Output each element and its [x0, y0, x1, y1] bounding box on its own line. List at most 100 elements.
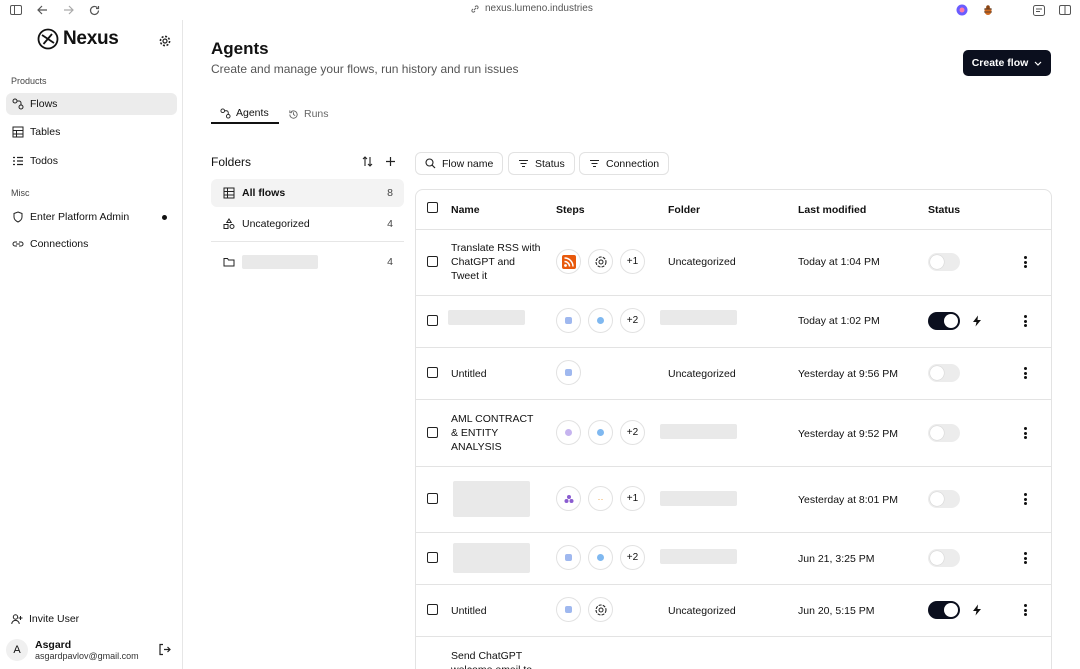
app-step-icon	[588, 545, 613, 570]
notification-dot	[162, 214, 167, 220]
filter-flow-name[interactable]: Flow name	[415, 152, 504, 175]
select-all-checkbox[interactable]	[427, 202, 438, 213]
row-checkbox[interactable]	[427, 315, 438, 326]
sort-icon[interactable]	[362, 156, 373, 167]
flow-status-toggle[interactable]	[928, 424, 960, 442]
folder-count: 4	[387, 256, 393, 268]
sidebar-item-label: Tables	[30, 126, 61, 138]
row-checkbox[interactable]	[427, 493, 438, 504]
app-step-icon	[556, 597, 581, 622]
flow-status-toggle[interactable]	[928, 549, 960, 567]
shield-icon	[13, 211, 23, 223]
sidebar-item-label: Todos	[30, 155, 59, 167]
redacted-folder-name	[242, 255, 318, 269]
flow-name[interactable]: Send ChatGPT welcome email to	[451, 649, 541, 669]
sidebar-item-label: Flows	[30, 98, 58, 110]
flow-name[interactable]: Untitled	[451, 604, 541, 618]
row-checkbox[interactable]	[427, 367, 438, 378]
user-email: asgardpavlov@gmail.com	[35, 650, 139, 661]
row-divider	[416, 466, 1051, 467]
logout-icon[interactable]	[158, 643, 171, 656]
column-header-status: Status	[928, 204, 961, 216]
filter-status[interactable]: Status	[508, 152, 575, 175]
row-menu-icon[interactable]	[1020, 603, 1030, 617]
reload-icon[interactable]	[87, 3, 101, 17]
address-bar[interactable]: nexus.lumeno.industries	[470, 3, 593, 14]
sidebar-item-todos[interactable]: Todos	[6, 150, 177, 172]
flow-status-toggle[interactable]	[928, 490, 960, 508]
user-profile[interactable]: A Asgard asgardpavlov@gmail.com	[6, 637, 177, 663]
row-checkbox[interactable]	[427, 604, 438, 615]
app-step-icon	[588, 308, 613, 333]
sidebar-item-connections[interactable]: Connections	[6, 233, 177, 255]
sidebar-item-tables[interactable]: Tables	[6, 121, 177, 143]
folder-icon	[223, 258, 235, 267]
avatar: A	[6, 639, 28, 661]
redacted-flow-folder	[660, 424, 737, 439]
row-menu-icon[interactable]	[1020, 366, 1030, 380]
invite-user-button[interactable]: Invite User	[11, 613, 79, 625]
flow-name[interactable]: Translate RSS with ChatGPT and Tweet it	[451, 241, 541, 283]
sidebar: Nexus Products Flows Tables Todos Misc E…	[0, 20, 183, 669]
split-view-icon[interactable]	[1058, 3, 1072, 17]
folder-count: 4	[387, 218, 393, 230]
sidebar-item-platform-admin[interactable]: Enter Platform Admin	[6, 206, 177, 228]
table-icon	[223, 187, 235, 199]
tab-agents[interactable]: Agents	[211, 104, 279, 124]
filter-connection[interactable]: Connection	[579, 152, 670, 175]
create-flow-label: Create flow	[971, 57, 1029, 69]
folder-divider	[211, 241, 404, 242]
folder-all-flows[interactable]: All flows 8	[211, 179, 404, 207]
page-title: Agents	[211, 39, 269, 58]
flow-name[interactable]: AML CONTRACT & ENTITY ANALYSIS	[451, 412, 541, 454]
sidebar-toggle-icon[interactable]	[9, 3, 23, 17]
tab-runs[interactable]: Runs	[288, 104, 329, 124]
filter-label: Status	[535, 157, 565, 170]
row-menu-icon[interactable]	[1020, 492, 1030, 506]
row-checkbox[interactable]	[427, 427, 438, 438]
flow-last-modified: Jun 21, 3:25 PM	[798, 553, 875, 565]
forward-arrow-icon[interactable]	[61, 3, 75, 17]
redacted-flow-folder	[660, 549, 737, 564]
column-header-last-modified[interactable]: Last modified	[798, 204, 866, 216]
redacted-flow-name[interactable]	[453, 543, 530, 573]
reader-icon[interactable]	[1032, 3, 1046, 17]
flow-icon	[220, 107, 231, 119]
extension-icon[interactable]	[955, 3, 969, 17]
create-flow-button[interactable]: Create flow	[963, 50, 1051, 76]
folder-count: 8	[387, 187, 393, 199]
row-checkbox[interactable]	[427, 256, 438, 267]
redacted-flow-name[interactable]	[453, 481, 530, 517]
column-header-name[interactable]: Name	[451, 204, 480, 216]
row-menu-icon[interactable]	[1020, 255, 1030, 269]
row-menu-icon[interactable]	[1020, 551, 1030, 565]
row-menu-icon[interactable]	[1020, 314, 1030, 328]
chatgpt-step-icon	[588, 249, 613, 274]
gear-icon[interactable]	[158, 34, 172, 48]
back-arrow-icon[interactable]	[35, 3, 49, 17]
flow-status-toggle[interactable]	[928, 253, 960, 271]
app-logo[interactable]: Nexus	[37, 28, 119, 50]
flow-status-toggle[interactable]	[928, 312, 960, 330]
shapes-icon	[223, 218, 235, 229]
row-checkbox[interactable]	[427, 552, 438, 563]
user-plus-icon	[11, 614, 23, 625]
redacted-flow-name[interactable]	[448, 310, 525, 325]
tab-label: Runs	[304, 108, 329, 120]
flow-status-toggle[interactable]	[928, 601, 960, 619]
bug-icon[interactable]	[981, 3, 995, 17]
app-step-icon	[588, 420, 613, 445]
history-icon	[289, 109, 298, 119]
row-menu-icon[interactable]	[1020, 426, 1030, 440]
column-header-folder: Folder	[668, 204, 701, 216]
add-folder-icon[interactable]	[385, 156, 396, 167]
row-divider	[416, 347, 1051, 348]
sidebar-item-label: Connections	[30, 238, 89, 250]
checklist-icon	[13, 156, 23, 166]
folder-uncategorized[interactable]: Uncategorized 4	[211, 210, 404, 238]
flow-name[interactable]: Untitled	[451, 367, 541, 381]
flow-status-toggle[interactable]	[928, 364, 960, 382]
tab-label: Agents	[236, 107, 269, 119]
sidebar-item-flows[interactable]: Flows	[6, 93, 177, 115]
folder-item[interactable]: 4	[211, 248, 404, 276]
